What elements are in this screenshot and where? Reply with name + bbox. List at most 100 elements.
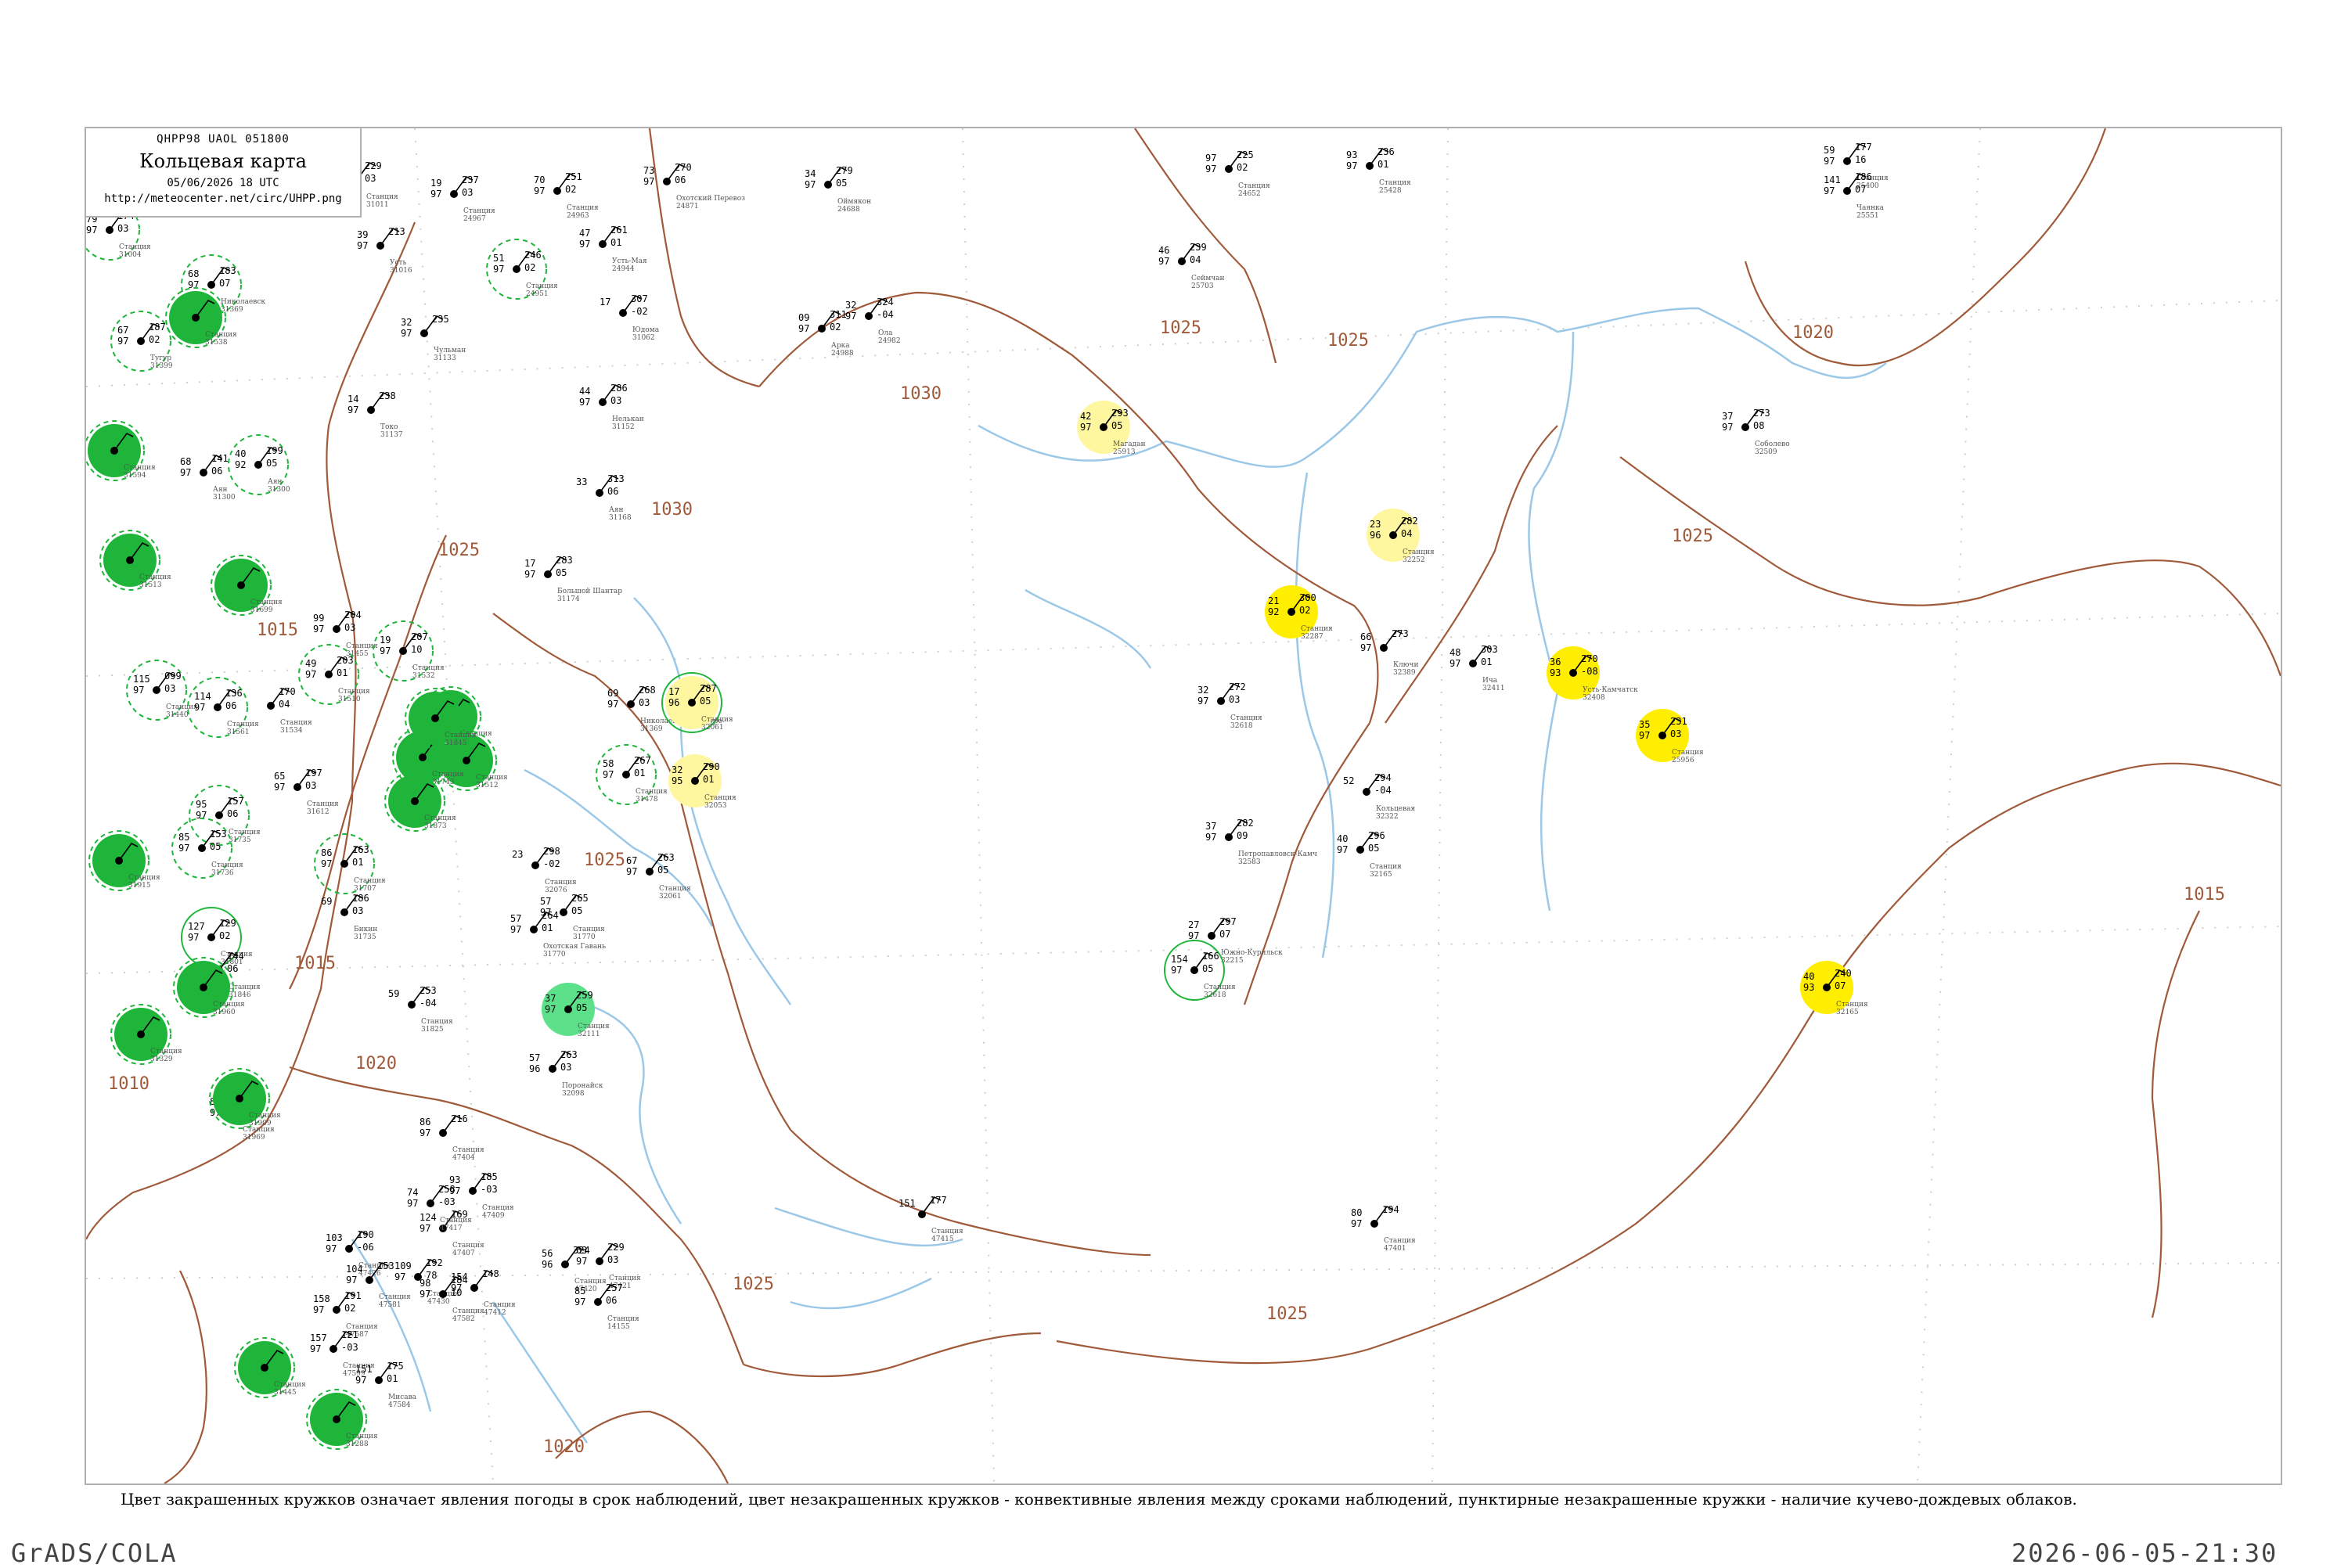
- station-tendency: 04: [1401, 528, 1412, 539]
- station-name: Станция: [213, 1001, 245, 1009]
- station-visibility: 92: [1268, 606, 1279, 617]
- station-tendency: -06: [357, 1242, 374, 1253]
- station-plot: 246 5197 02 Станция24951: [486, 239, 558, 300]
- station-id: 31133: [434, 354, 456, 362]
- station-name: Аян: [213, 486, 228, 494]
- isobar-label: 1025: [1327, 331, 1369, 351]
- station-pressure: 282: [1237, 818, 1254, 829]
- station-plot: Станция31538: [165, 287, 237, 348]
- station-id: 32061: [659, 893, 682, 901]
- station-visibility: 97: [1824, 156, 1835, 167]
- station-name: Станция: [166, 703, 198, 711]
- station-name: Усть-Мая: [612, 257, 647, 265]
- station-temperature: 109: [394, 1261, 412, 1271]
- station-id: 31736: [211, 869, 234, 877]
- station-name: Станция: [124, 464, 156, 472]
- station-id: 32165: [1836, 1009, 1859, 1016]
- station-tendency: -02: [631, 306, 648, 317]
- station-pressure: 170: [279, 686, 296, 697]
- station-temperature: 51: [493, 253, 504, 264]
- station-name: Тугур: [150, 354, 171, 362]
- station-temperature: 57: [510, 913, 521, 924]
- station-temperature: 49: [305, 658, 316, 669]
- station-visibility: 97: [86, 225, 97, 236]
- station-plot: 313 33 06 Аян31168: [576, 473, 632, 522]
- station-id: 31152: [612, 423, 635, 431]
- station-temperature: 23: [1370, 519, 1381, 530]
- station-name: Станция: [452, 1242, 484, 1250]
- station-name: Сеймчан: [1191, 275, 1225, 282]
- isobar-label: 1030: [900, 384, 942, 404]
- station-visibility: 93: [1803, 982, 1814, 993]
- station-plot: 239 4697 04 Сеймчан25703: [1158, 242, 1225, 290]
- station-plot: 300 2192 02 Станция32287: [1265, 585, 1333, 641]
- station-tendency: 01: [610, 237, 621, 248]
- station-temperature: 32: [672, 764, 682, 775]
- map-url[interactable]: http://meteocenter.net/circ/UHPP.png: [86, 192, 360, 205]
- station-temperature: 17: [524, 558, 535, 569]
- station-id: 31770: [543, 951, 566, 958]
- station-plot: 231 3597 03 Станция25956: [1636, 709, 1704, 764]
- station-name: Станция: [701, 716, 733, 724]
- station-name: Станция: [338, 688, 370, 696]
- station-tendency: 05: [1368, 843, 1379, 854]
- station-id: 31960: [213, 1009, 236, 1016]
- map-date: 05/06/2026 18 UTC: [167, 177, 279, 189]
- station-name: Станция: [119, 243, 151, 251]
- station-id: 31909: [249, 1120, 272, 1127]
- station-name: Станция: [1204, 984, 1236, 991]
- station-name: Южно-Курильск: [1221, 949, 1283, 957]
- station-plot: 2587497 -03Станция47417: [407, 1184, 472, 1232]
- station-visibility: 97: [524, 569, 535, 580]
- station-tendency: 01: [1481, 656, 1492, 667]
- station-visibility: 97: [321, 858, 332, 869]
- station-pressure: 258: [438, 1184, 456, 1195]
- station-tendency: 05: [576, 1002, 587, 1013]
- station-name: Арка: [831, 342, 850, 350]
- station-pressure: 153: [377, 1261, 394, 1271]
- station-id: 31873: [424, 822, 447, 830]
- station-tendency: -03: [438, 1196, 456, 1207]
- station-id: 32215: [1221, 957, 1244, 965]
- station-tendency: -04: [877, 309, 894, 320]
- station-temperature: 33: [576, 477, 587, 487]
- station-temperature: 73: [643, 165, 654, 176]
- station-pressure: 141: [211, 453, 229, 464]
- station-pressure: 246: [524, 250, 542, 261]
- station-plot: Станция31594: [86, 420, 156, 481]
- station-id: 47417: [440, 1225, 463, 1232]
- station-tendency: 04: [279, 699, 290, 710]
- station-pressure: 300: [1299, 592, 1316, 603]
- station-tendency: 02: [219, 930, 230, 941]
- station-tendency: 03: [560, 1062, 571, 1073]
- station-name: Станция: [280, 719, 312, 727]
- station-id: 31513: [139, 581, 162, 589]
- station-temperature: 154: [1171, 954, 1188, 965]
- station-pressure: 153: [210, 829, 227, 840]
- station-name: Станция: [229, 829, 261, 836]
- station-tendency: 05: [1202, 963, 1213, 974]
- station-id: 31369: [640, 725, 663, 733]
- station-pressure: 268: [639, 685, 656, 696]
- synoptic-map: 1025 1025 1030 1030 1025 1020 1025 1015 …: [86, 128, 2281, 1483]
- station-plot: 253 59 -04 Станция31825: [388, 985, 453, 1034]
- station-name: Станция: [307, 800, 339, 808]
- station-visibility: 97: [346, 1275, 357, 1286]
- station-id: 47582: [452, 1315, 475, 1323]
- station-tendency: -04: [1374, 785, 1392, 796]
- station-pressure: 163: [352, 844, 369, 855]
- station-plot: 237 1997 03 Станция24967: [430, 174, 495, 223]
- station-temperature: 46: [1158, 245, 1169, 256]
- station-pressure: 265: [571, 893, 589, 904]
- station-visibility: 97: [1360, 642, 1371, 653]
- station-tendency: 04: [1190, 254, 1201, 265]
- station-visibility: 97: [574, 1296, 585, 1307]
- station-name: Станция: [250, 599, 283, 606]
- station-tendency: 06: [211, 466, 222, 477]
- station-id: 47412: [484, 1309, 506, 1317]
- station-id: 32322: [1376, 813, 1399, 821]
- station-name: Магадан: [1113, 441, 1146, 448]
- station-tendency: -03: [341, 1342, 358, 1353]
- station-temperature: 98: [420, 1278, 430, 1289]
- station-visibility: 97: [133, 685, 144, 696]
